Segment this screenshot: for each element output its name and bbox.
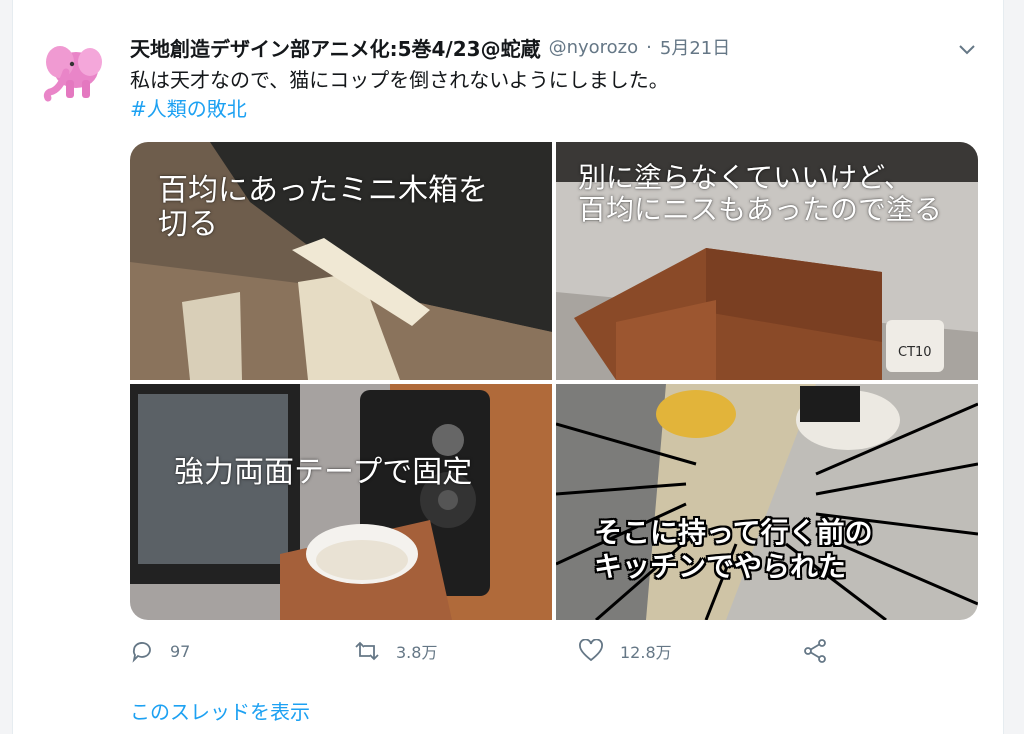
share-button[interactable] (802, 636, 828, 666)
like-button[interactable]: 12.8万 (578, 636, 672, 666)
reply-button[interactable]: 97 (130, 636, 190, 666)
caption-line: 別に塗らなくていいけど、 (578, 161, 912, 194)
more-options-button[interactable] (956, 38, 978, 60)
like-count: 12.8万 (620, 643, 672, 662)
media-grid[interactable]: 百均にあったミニ木箱を 切る CT10 別に塗らなくていいけど、 百均にニスもあ… (130, 142, 978, 620)
tweet-date[interactable]: 5月21日 (660, 34, 730, 60)
photo-kitchen-spill[interactable]: そこに持って行く前の キッチンでやられた (556, 384, 978, 620)
reply-count: 97 (170, 641, 191, 661)
caption-line: 切る (158, 207, 218, 242)
retweet-button[interactable]: 3.8万 (354, 636, 437, 666)
tweet-text: 私は天才なので、猫にコップを倒されないようにしました。 #人類の敗北 (130, 66, 950, 124)
like-icon (579, 639, 603, 662)
photo-varnish-box[interactable]: CT10 別に塗らなくていいけど、 百均にニスもあったので塗る (556, 142, 978, 380)
hashtag-link[interactable]: #人類の敗北 (130, 95, 950, 124)
share-icon (804, 639, 826, 663)
photo-kitchen-spill-image (556, 384, 978, 620)
tweet-body: 私は天才なので、猫にコップを倒されないようにしました。 (130, 68, 669, 92)
header-separator: · (646, 36, 652, 58)
caption-line: キッチンでやられた (593, 549, 847, 584)
caption-line: 強力両面テープで固定 (174, 455, 473, 490)
chevron-down-icon (959, 45, 975, 55)
show-thread-link[interactable]: このスレッドを表示 (130, 696, 310, 725)
tweet-actions: 97 3.8万 12.8万 (130, 636, 850, 666)
author-handle[interactable]: @nyorozo (549, 37, 639, 58)
retweet-count: 3.8万 (396, 643, 438, 662)
retweet-icon (355, 641, 379, 661)
caption-line: 百均にあったミニ木箱を (158, 173, 488, 208)
elephant-avatar-icon (43, 46, 102, 102)
avatar[interactable] (36, 34, 108, 106)
photo-taped-box[interactable]: 強力両面テープで固定 (130, 384, 552, 620)
caption-line: 百均にニスもあったので塗る (578, 193, 943, 226)
reply-icon (132, 642, 151, 663)
caption-line: そこに持って行く前の (593, 515, 873, 550)
cup-label: CT10 (898, 345, 932, 360)
photo-taped-box-image (130, 384, 552, 620)
tweet-header: 天地創造デザイン部アニメ化:5巻4/23@蛇蔵 @nyorozo · 5月21日 (130, 32, 984, 62)
photo-cut-box[interactable]: 百均にあったミニ木箱を 切る (130, 142, 552, 380)
author-name[interactable]: 天地創造デザイン部アニメ化:5巻4/23@蛇蔵 (130, 33, 541, 62)
